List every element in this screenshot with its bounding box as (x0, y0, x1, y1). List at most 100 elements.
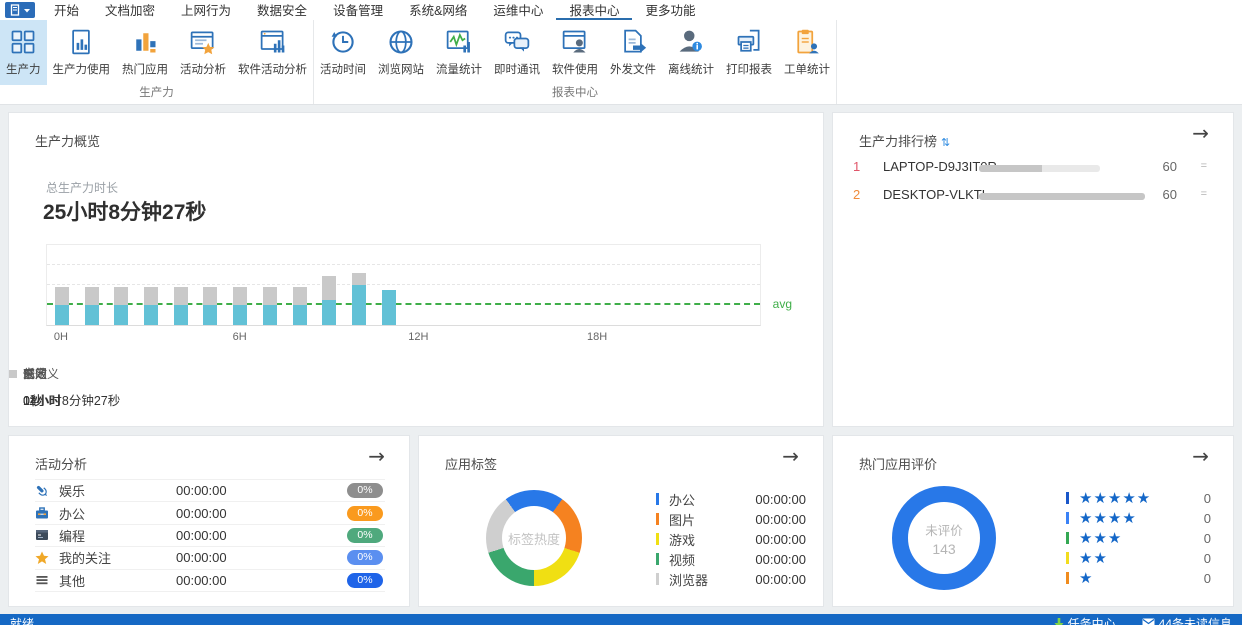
donut-center-label: 标签热度 (508, 529, 560, 548)
tag-time: 00:00:00 (755, 572, 806, 587)
legend-tick (656, 493, 659, 505)
ribbon-item-ticket-stats[interactable]: 工单统计 (778, 20, 836, 85)
ribbon-item-productivity[interactable]: 生产力 (0, 20, 47, 85)
ribbon-item-offline-stats[interactable]: 离线统计 (662, 20, 720, 85)
chat-bubbles-icon (502, 27, 532, 57)
printer-icon (734, 27, 764, 57)
app-tags-legend: 办公 00:00:00 图片 00:00:00 游戏 00:00:00 视频 0… (656, 489, 806, 589)
ribbon-item-label: 打印报表 (726, 61, 772, 77)
ribbon-item-label: 流量统计 (436, 61, 482, 77)
ribbon-item-activity-time[interactable]: 活动时间 (314, 20, 372, 85)
ribbon-item-instant-messaging[interactable]: 即时通讯 (488, 20, 546, 85)
ranking-row[interactable]: 1 LAPTOP-D9J3IT0R 60 = (833, 159, 1233, 179)
score-value: 60 (1163, 159, 1177, 174)
score-bar (979, 165, 1100, 172)
trend-equal-icon: = (1201, 188, 1207, 200)
messages-icon (1142, 618, 1155, 625)
tag-legend-row: 办公 00:00:00 (656, 489, 806, 509)
rating-count: 0 (1204, 511, 1211, 526)
menu-item-report-center[interactable]: 报表中心 (556, 0, 632, 20)
chart-bar-segment (144, 287, 158, 305)
chart-bar-segment (352, 273, 366, 285)
ribbon-item-print-report[interactable]: 打印报表 (720, 20, 778, 85)
ranking-title-text: 生产力排行榜 (859, 134, 937, 149)
ratings-center-value: 143 (932, 541, 955, 557)
activity-percent-badge: 0% (347, 506, 383, 521)
ribbon-item-label: 离线统计 (668, 61, 714, 77)
ribbon-item-label: 生产力 (6, 61, 41, 77)
ribbon-item-hot-apps[interactable]: 热门应用 (116, 20, 174, 85)
activity-row[interactable]: 我的关注 00:00:00 0% (35, 547, 385, 569)
status-ready-text: 就绪 (10, 615, 34, 625)
ribbon-item-software-activity[interactable]: 软件活动分析 (232, 20, 313, 85)
tag-legend-row: 浏览器 00:00:00 (656, 569, 806, 589)
ribbon-group-label-productivity: 生产力 (0, 85, 313, 104)
ranking-row[interactable]: 2 DESKTOP-VLKTL... 60 = (833, 187, 1233, 207)
clipboard-person-icon (792, 27, 822, 57)
star-rating-4: ★★★★ (1079, 511, 1137, 526)
panel-detail-arrow-icon[interactable]: → (1192, 446, 1209, 466)
activity-label: 我的关注 (59, 548, 111, 567)
chart-bar-segment (174, 287, 188, 305)
menu-item-system-network[interactable]: 系统&网络 (396, 0, 480, 20)
star-rating-1: ★ (1079, 571, 1093, 586)
menu-item-ops-center[interactable]: 运维中心 (480, 0, 556, 20)
menu-item-web-behavior[interactable]: 上网行为 (168, 0, 244, 20)
activity-percent-badge: 0% (347, 528, 383, 543)
clock-history-icon (328, 27, 358, 57)
activity-label: 办公 (59, 504, 85, 523)
activity-row[interactable]: 其他 00:00:00 0% (35, 570, 385, 592)
chevron-down-icon (24, 8, 30, 13)
ribbon-item-productivity-usage[interactable]: 生产力使用 (47, 20, 117, 85)
rating-count: 0 (1204, 551, 1211, 566)
star-rating-2: ★★ (1079, 551, 1108, 566)
task-center-button[interactable]: 任务中心 (1054, 615, 1116, 625)
menu-item-start[interactable]: 开始 (41, 0, 92, 20)
ribbon-item-label: 生产力使用 (53, 61, 111, 77)
panel-detail-arrow-icon[interactable]: → (1192, 123, 1209, 143)
ratings-center-label: 未评价 (925, 520, 963, 539)
ratings-legend: ★★★★★ 0 ★★★★ 0 ★★★ 0 ★★ 0 (1066, 488, 1211, 588)
app-menu-button[interactable] (5, 2, 35, 18)
chart-bar-segment (144, 305, 158, 325)
sort-icon[interactable]: ⇅ (941, 136, 950, 149)
panel-detail-arrow-icon[interactable]: → (368, 446, 385, 466)
unread-messages-button[interactable]: 44条未读信息 (1142, 615, 1232, 625)
panel-title: 生产力概览 (35, 131, 100, 150)
ribbon-item-label: 软件活动分析 (238, 61, 307, 77)
tag-legend-row: 游戏 00:00:00 (656, 529, 806, 549)
app-logo-icon (10, 4, 22, 16)
ribbon-group-report-center: 活动时间 浏览网站 流量统计 (314, 20, 837, 104)
download-arrow-icon (1054, 618, 1064, 625)
star-icon (35, 551, 51, 565)
menu-item-data-security[interactable]: 数据安全 (244, 0, 320, 20)
panel-productivity-overview: 生产力概览 总生产力时长 25小时8分钟27秒 avg 0H 6H 12H 18… (8, 112, 824, 427)
menu-item-more[interactable]: 更多功能 (632, 0, 708, 20)
ribbon-item-browse-web[interactable]: 浏览网站 (372, 20, 430, 85)
star-rating-3: ★★★ (1079, 531, 1122, 546)
menu-item-doc-encrypt[interactable]: 文档加密 (92, 0, 168, 20)
ribbon-item-outgoing-files[interactable]: 外发文件 (604, 20, 662, 85)
x-tick: 18H (587, 331, 607, 343)
activity-row[interactable]: 娱乐 00:00:00 0% (35, 480, 385, 502)
chart-bar-segment (114, 287, 128, 305)
menu-item-device-mgmt[interactable]: 设备管理 (320, 0, 396, 20)
activity-row[interactable]: 办公 00:00:00 0% (35, 502, 385, 524)
chart-bar-segment (55, 305, 69, 325)
ribbon-group-label-report-center: 报表中心 (314, 85, 836, 104)
chart-gridline (47, 284, 760, 285)
bar-chart-icon (130, 27, 160, 57)
ribbon-item-software-usage[interactable]: 软件使用 (546, 20, 604, 85)
rating-row: ★ 0 (1066, 568, 1211, 588)
briefcase-icon (35, 506, 51, 520)
legend-tick (1066, 512, 1069, 524)
panel-detail-arrow-icon[interactable]: → (782, 446, 799, 466)
ribbon-item-traffic-stats[interactable]: 流量统计 (430, 20, 488, 85)
ribbon-item-activity-analysis[interactable]: 活动分析 (174, 20, 232, 85)
legend-tick (1066, 532, 1069, 544)
panel-activity-analysis: 活动分析 → 娱乐 00:00:00 0% 办公 00:00:00 0% (8, 435, 410, 607)
rank-number: 1 (853, 159, 860, 174)
activity-row[interactable]: 编程 00:00:00 0% (35, 525, 385, 547)
window-star-icon (188, 27, 218, 57)
unread-messages-label: 44条未读信息 (1159, 615, 1232, 625)
